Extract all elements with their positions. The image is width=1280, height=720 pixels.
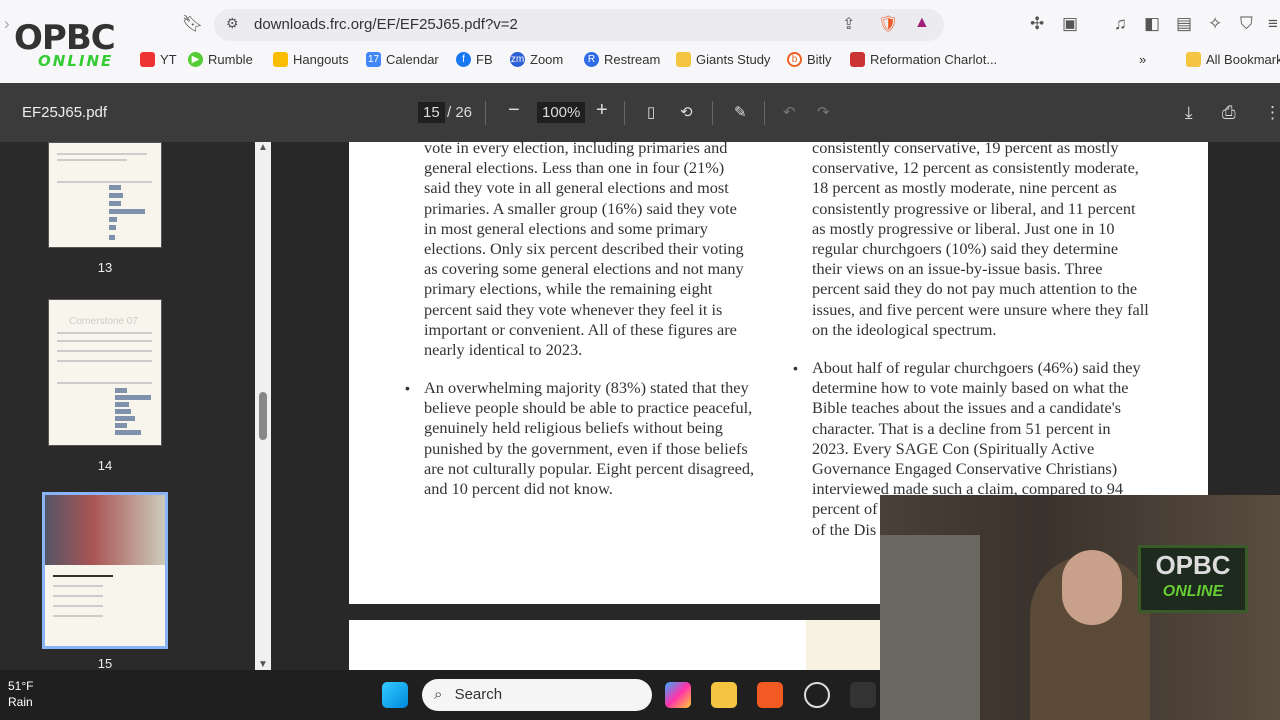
bookmark-yt[interactable]: YT [140,52,177,67]
facebook-icon: f [456,52,471,67]
wallet-icon[interactable]: ▤ [1176,14,1192,34]
app-icon[interactable] [850,682,876,708]
annotate-icon[interactable]: ✎ [734,103,747,121]
zoom-out-button[interactable]: − [508,99,520,122]
page-total: / 26 [447,104,473,121]
folder-icon [1186,52,1201,67]
paragraph: An overwhelming majority (83%) stated th… [424,378,755,499]
menu-icon[interactable]: ≡ [1268,14,1278,34]
bookmarks-overflow-button[interactable]: » [1139,52,1146,67]
hangouts-icon [273,52,288,67]
youtube-icon [140,52,155,67]
bitly-icon: b [787,52,802,67]
undo-icon[interactable]: ↶ [783,103,796,121]
bookmark-calendar[interactable]: 17 Calendar [366,52,439,67]
thumbnail-page-14[interactable]: Cornerstone 07 [48,299,162,446]
thumbnail-page-13[interactable] [48,142,162,248]
paragraph: vote in every election, including primar… [424,138,744,360]
scroll-up-icon[interactable]: ▲ [258,142,268,153]
site-settings-icon[interactable]: ⚙ [226,15,239,32]
brave-browser-icon[interactable] [757,682,783,708]
thumbnail-label: 15 [97,656,113,670]
bookmark-icon[interactable]: 🔖︎ [182,14,204,34]
taskbar-search[interactable]: ⌕ Search [422,679,652,711]
right-column: consistently conservative, 19 percent as… [812,138,1149,340]
share-icon[interactable]: ⇪ [842,14,855,34]
rumble-icon: ▶ [188,52,203,67]
forward-icon[interactable]: › [4,14,10,34]
copilot-icon[interactable] [665,682,691,708]
print-icon[interactable]: ⎙ [1222,103,1236,123]
paragraph: consistently conservative, 19 percent as… [812,138,1149,339]
bookmark-zoom[interactable]: zm Zoom [510,52,563,67]
leo-ai-icon[interactable]: ✧ [1208,14,1222,34]
fit-page-icon[interactable]: ▯ [647,103,655,121]
zoom-level-input[interactable]: 100% [537,102,586,123]
zoom-in-button[interactable]: + [596,99,608,122]
bookmark-reformation[interactable]: Reformation Charlot... [850,52,997,67]
bookmark-bitly[interactable]: b Bitly [787,52,832,67]
left-column: vote in every election, including primar… [424,138,744,360]
url-text: downloads.frc.org/EF/EF25J65.pdf?v=2 [254,16,518,33]
sidebar-scrollbar[interactable]: ▲ ▼ [255,142,271,670]
page-number-input[interactable]: 15 [418,102,445,123]
zoom-icon: zm [510,52,525,67]
weather-widget[interactable]: 51°F Rain [8,678,33,710]
bookmark-rumble[interactable]: ▶ Rumble [188,52,253,67]
file-explorer-icon[interactable] [711,682,737,708]
restream-icon: R [584,52,599,67]
reformation-icon [850,52,865,67]
scrollbar-thumb[interactable] [259,392,267,440]
folder-icon [676,52,691,67]
brave-rewards-icon[interactable]: ▲ [914,14,930,32]
more-options-icon[interactable]: ⋮ [1264,103,1280,123]
address-bar[interactable]: ⚙ downloads.frc.org/EF/EF25J65.pdf?v=2 ⇪… [214,9,944,41]
thumbnail-label: 14 [97,458,113,473]
all-bookmarks[interactable]: All Bookmarks [1186,52,1280,67]
search-icon: ⌕ [434,686,443,703]
download-icon[interactable]: ⤓ [1185,103,1193,123]
bookmark-giants-study[interactable]: Giants Study [676,52,770,67]
windows-start-icon[interactable] [382,682,408,708]
webcam-sign: OPBC ONLINE [1138,545,1248,613]
scroll-down-icon[interactable]: ▼ [258,659,268,670]
bookmark-hangouts[interactable]: Hangouts [273,52,349,67]
brave-shield-icon[interactable]: 🛡︎ [878,14,898,34]
browser-chrome: › OPBC ONLINE 🔖︎ ⚙ downloads.frc.org/EF/E… [0,0,1280,83]
extensions-icon[interactable]: ✣ [1030,14,1044,34]
thumbnail-label: 13 [97,260,113,275]
thumbnail-page-15[interactable] [42,492,168,649]
obs-icon[interactable] [804,682,830,708]
rotate-icon[interactable]: ⟲ [680,103,693,121]
overlay-logo: OPBC ONLINE [14,18,116,70]
bookmark-restream[interactable]: R Restream [584,52,660,67]
webcam-overlay: OPBC ONLINE [880,495,1280,720]
pdf-toolbar: EF25J65.pdf 15 / 26 − 100% + ▯ ⟲ ✎ ↶ ↷ ⤓… [0,83,1280,142]
thumbnail-sidebar: 13 Cornerstone 07 14 15 [0,142,271,670]
redo-icon[interactable]: ↷ [817,103,830,121]
taskbar: 51°F Rain ⌕ Search [0,670,880,720]
calendar-icon: 17 [366,52,381,67]
pdf-filename: EF25J65.pdf [22,104,108,121]
vpn-icon[interactable]: ⛉ [1240,14,1253,34]
reader-icon[interactable]: ▣ [1062,14,1078,34]
bookmark-fb[interactable]: f FB [456,52,493,67]
left-column-bullet: An overwhelming majority (83%) stated th… [424,378,754,499]
sidebar-icon[interactable]: ◧ [1144,14,1160,34]
media-icon[interactable]: ♫ [1114,14,1127,34]
